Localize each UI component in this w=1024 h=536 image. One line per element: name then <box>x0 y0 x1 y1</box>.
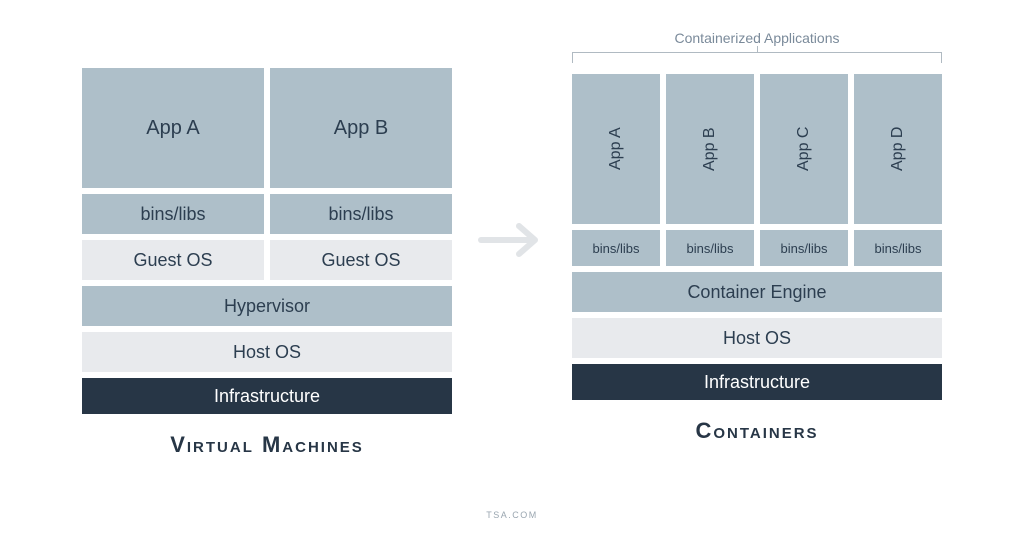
arrow-column <box>472 30 552 450</box>
vm-title: Virtual Machines <box>170 432 364 458</box>
container-app-d: App D <box>854 74 942 224</box>
container-app-c: App C <box>760 74 848 224</box>
container-infra: Infrastructure <box>572 364 942 400</box>
vm-hypervisor: Hypervisor <box>82 286 452 326</box>
vm-binslibs-row: bins/libs bins/libs <box>82 194 452 234</box>
vm-app-a: App A <box>82 68 264 188</box>
vm-column: App A App B bins/libs bins/libs Guest OS… <box>82 30 452 458</box>
container-binslibs-c: bins/libs <box>760 230 848 266</box>
container-hostos: Host OS <box>572 318 942 358</box>
container-binslibs-d: bins/libs <box>854 230 942 266</box>
vm-infra: Infrastructure <box>82 378 452 414</box>
vm-binslibs-b: bins/libs <box>270 194 452 234</box>
vm-hostos: Host OS <box>82 332 452 372</box>
containers-stack: App A App B App C App D bins/libs bins/l… <box>572 74 942 400</box>
vm-stack: App A App B bins/libs bins/libs Guest OS… <box>82 68 452 414</box>
vm-app-b: App B <box>270 68 452 188</box>
container-binslibs-row: bins/libs bins/libs bins/libs bins/libs <box>572 230 942 266</box>
container-app-a: App A <box>572 74 660 224</box>
bracket-icon <box>572 52 942 68</box>
vm-guestos-row: Guest OS Guest OS <box>82 240 452 280</box>
container-app-b: App B <box>666 74 754 224</box>
vm-app-row: App A App B <box>82 68 452 188</box>
container-binslibs-a: bins/libs <box>572 230 660 266</box>
containers-caption: Containerized Applications <box>675 30 840 46</box>
footer-credit: TSA.COM <box>0 510 1024 520</box>
containers-column: Containerized Applications App A App B A… <box>572 30 942 444</box>
vm-binslibs-a: bins/libs <box>82 194 264 234</box>
container-apps-row: App A App B App C App D <box>572 74 942 224</box>
vm-guestos-a: Guest OS <box>82 240 264 280</box>
containers-title: Containers <box>695 418 818 444</box>
vm-vs-containers-diagram: App A App B bins/libs bins/libs Guest OS… <box>0 0 1024 536</box>
vm-guestos-b: Guest OS <box>270 240 452 280</box>
container-engine: Container Engine <box>572 272 942 312</box>
arrow-right-icon <box>477 220 547 260</box>
container-binslibs-b: bins/libs <box>666 230 754 266</box>
